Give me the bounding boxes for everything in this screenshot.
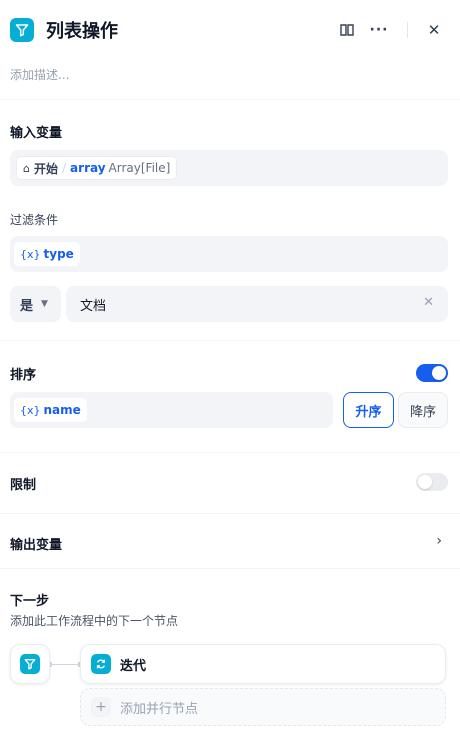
connector-line	[50, 664, 79, 665]
toggle-knob	[432, 366, 446, 380]
panel-header: 列表操作 ··· ✕	[0, 0, 460, 60]
divider	[0, 99, 460, 100]
add-parallel-label: 添加并行节点	[120, 701, 199, 717]
source-node-name: 开始	[33, 161, 58, 176]
input-variable-pill[interactable]: ⌂ 开始 / array Array[File]	[16, 156, 178, 180]
filter-value-input[interactable]: 文档 ✕	[66, 286, 448, 322]
ascending-button[interactable]: 升序	[343, 392, 394, 428]
variable-icon: {x}	[20, 247, 41, 261]
filter-variable-field[interactable]: {x} type	[10, 236, 448, 272]
variable-icon: {x}	[20, 403, 41, 417]
path-separator: /	[62, 161, 67, 175]
limit-section-title: 限制	[10, 478, 37, 493]
output-section-title[interactable]: 输出变量	[10, 534, 62, 553]
home-icon: ⌂	[23, 161, 30, 175]
sort-variable-field[interactable]: {x} name	[10, 392, 333, 428]
node-title[interactable]: 列表操作	[46, 17, 118, 43]
filter-variable-name: type	[43, 247, 74, 261]
add-parallel-node-button[interactable]: + 添加并行节点	[80, 688, 446, 726]
divider	[0, 452, 460, 453]
variable-type: Array[File]	[108, 161, 171, 175]
next-node-label: 迭代	[120, 658, 147, 674]
sort-toggle[interactable]	[416, 364, 448, 382]
limit-toggle[interactable]	[416, 473, 448, 491]
header-divider	[407, 22, 408, 38]
plus-icon: +	[91, 697, 111, 717]
operator-value: 是	[20, 298, 34, 314]
next-step-title: 下一步	[10, 594, 50, 609]
chevron-right-icon[interactable]: ›	[436, 533, 442, 549]
more-icon[interactable]: ···	[367, 18, 391, 42]
divider	[0, 568, 460, 569]
toggle-knob	[418, 475, 432, 489]
next-node-iteration[interactable]: 迭代	[80, 644, 446, 684]
clear-icon[interactable]: ✕	[423, 295, 434, 310]
sort-variable-pill[interactable]: {x} name	[14, 398, 87, 422]
variable-name: array	[70, 161, 106, 175]
chevron-down-icon: ▼	[41, 299, 48, 309]
divider	[0, 513, 460, 514]
filter-icon	[10, 18, 34, 42]
descending-button[interactable]: 降序	[398, 392, 448, 428]
close-icon[interactable]: ✕	[422, 18, 446, 42]
sort-section-title: 排序	[10, 368, 37, 383]
description-input[interactable]: 添加描述...	[10, 66, 69, 83]
input-section-title: 输入变量	[10, 126, 63, 141]
operator-select[interactable]: 是 ▼	[10, 286, 61, 322]
connector-handle	[50, 662, 52, 667]
filter-value: 文档	[80, 298, 107, 314]
filter-icon	[20, 654, 40, 674]
current-node-block	[10, 644, 50, 684]
book-icon[interactable]	[335, 18, 359, 42]
filter-section-title: 过滤条件	[10, 213, 59, 227]
filter-variable-pill[interactable]: {x} type	[14, 242, 80, 266]
iteration-icon	[91, 654, 111, 674]
sort-variable-name: name	[43, 403, 81, 417]
next-step-subtitle: 添加此工作流程中的下一个节点	[10, 614, 179, 628]
divider	[0, 340, 460, 341]
input-variable-field[interactable]: ⌂ 开始 / array Array[File]	[10, 150, 448, 186]
